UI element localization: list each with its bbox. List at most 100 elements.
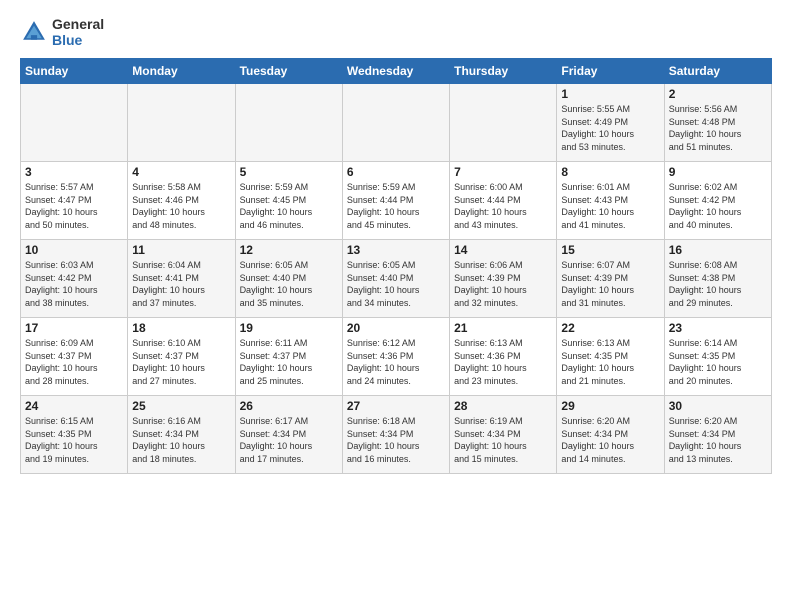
calendar-cell — [128, 84, 235, 162]
calendar-cell: 30 Sunrise: 6:20 AM Sunset: 4:34 PM Dayli… — [664, 396, 771, 474]
day-number: 18 — [132, 321, 230, 335]
cell-content: Sunrise: 6:06 AM Sunset: 4:39 PM Dayligh… — [454, 259, 552, 309]
day-number: 13 — [347, 243, 445, 257]
day-number: 11 — [132, 243, 230, 257]
logo-text: General Blue — [52, 16, 104, 48]
cell-content: Sunrise: 6:18 AM Sunset: 4:34 PM Dayligh… — [347, 415, 445, 465]
day-number: 27 — [347, 399, 445, 413]
day-number: 30 — [669, 399, 767, 413]
cell-content: Sunrise: 6:08 AM Sunset: 4:38 PM Dayligh… — [669, 259, 767, 309]
day-number: 3 — [25, 165, 123, 179]
day-number: 22 — [561, 321, 659, 335]
day-number: 15 — [561, 243, 659, 257]
week-row-1: 3 Sunrise: 5:57 AM Sunset: 4:47 PM Daylig… — [21, 162, 772, 240]
logo-icon — [20, 18, 48, 46]
cell-content: Sunrise: 6:15 AM Sunset: 4:35 PM Dayligh… — [25, 415, 123, 465]
cell-content: Sunrise: 6:14 AM Sunset: 4:35 PM Dayligh… — [669, 337, 767, 387]
cell-content: Sunrise: 6:13 AM Sunset: 4:36 PM Dayligh… — [454, 337, 552, 387]
calendar-cell: 24 Sunrise: 6:15 AM Sunset: 4:35 PM Dayli… — [21, 396, 128, 474]
cell-content: Sunrise: 6:07 AM Sunset: 4:39 PM Dayligh… — [561, 259, 659, 309]
day-number: 10 — [25, 243, 123, 257]
calendar-cell: 11 Sunrise: 6:04 AM Sunset: 4:41 PM Dayli… — [128, 240, 235, 318]
cell-content: Sunrise: 6:12 AM Sunset: 4:36 PM Dayligh… — [347, 337, 445, 387]
cell-content: Sunrise: 6:13 AM Sunset: 4:35 PM Dayligh… — [561, 337, 659, 387]
calendar-cell: 8 Sunrise: 6:01 AM Sunset: 4:43 PM Daylig… — [557, 162, 664, 240]
calendar-cell: 15 Sunrise: 6:07 AM Sunset: 4:39 PM Dayli… — [557, 240, 664, 318]
cell-content: Sunrise: 6:05 AM Sunset: 4:40 PM Dayligh… — [240, 259, 338, 309]
day-number: 19 — [240, 321, 338, 335]
header-monday: Monday — [128, 59, 235, 84]
calendar-table: SundayMondayTuesdayWednesdayThursdayFrid… — [20, 58, 772, 474]
calendar-cell: 5 Sunrise: 5:59 AM Sunset: 4:45 PM Daylig… — [235, 162, 342, 240]
calendar-cell: 16 Sunrise: 6:08 AM Sunset: 4:38 PM Dayli… — [664, 240, 771, 318]
header-tuesday: Tuesday — [235, 59, 342, 84]
calendar-cell — [342, 84, 449, 162]
day-number: 12 — [240, 243, 338, 257]
cell-content: Sunrise: 6:04 AM Sunset: 4:41 PM Dayligh… — [132, 259, 230, 309]
cell-content: Sunrise: 6:00 AM Sunset: 4:44 PM Dayligh… — [454, 181, 552, 231]
cell-content: Sunrise: 5:57 AM Sunset: 4:47 PM Dayligh… — [25, 181, 123, 231]
day-number: 26 — [240, 399, 338, 413]
cell-content: Sunrise: 5:59 AM Sunset: 4:45 PM Dayligh… — [240, 181, 338, 231]
cell-content: Sunrise: 6:20 AM Sunset: 4:34 PM Dayligh… — [669, 415, 767, 465]
cell-content: Sunrise: 6:09 AM Sunset: 4:37 PM Dayligh… — [25, 337, 123, 387]
day-number: 5 — [240, 165, 338, 179]
calendar-cell: 25Sunrise: 6:16 AM Sunset: 4:34 PM Dayli… — [128, 396, 235, 474]
cell-content: Sunrise: 6:10 AM Sunset: 4:37 PM Dayligh… — [132, 337, 230, 387]
day-number: 14 — [454, 243, 552, 257]
calendar-cell: 12 Sunrise: 6:05 AM Sunset: 4:40 PM Dayli… — [235, 240, 342, 318]
day-number: 20 — [347, 321, 445, 335]
calendar-cell: 6Sunrise: 5:59 AM Sunset: 4:44 PM Daylig… — [342, 162, 449, 240]
calendar-cell: 28 Sunrise: 6:19 AM Sunset: 4:34 PM Dayli… — [450, 396, 557, 474]
calendar-cell: 19 Sunrise: 6:11 AM Sunset: 4:37 PM Dayli… — [235, 318, 342, 396]
calendar-cell: 14 Sunrise: 6:06 AM Sunset: 4:39 PM Dayli… — [450, 240, 557, 318]
day-number: 2 — [669, 87, 767, 101]
logo: General Blue — [20, 16, 104, 48]
week-row-2: 10 Sunrise: 6:03 AM Sunset: 4:42 PM Dayli… — [21, 240, 772, 318]
calendar-cell: 3 Sunrise: 5:57 AM Sunset: 4:47 PM Daylig… — [21, 162, 128, 240]
calendar-cell: 27 Sunrise: 6:18 AM Sunset: 4:34 PM Dayli… — [342, 396, 449, 474]
day-number: 8 — [561, 165, 659, 179]
cell-content: Sunrise: 6:03 AM Sunset: 4:42 PM Dayligh… — [25, 259, 123, 309]
cell-content: Sunrise: 6:01 AM Sunset: 4:43 PM Dayligh… — [561, 181, 659, 231]
calendar-cell: 23 Sunrise: 6:14 AM Sunset: 4:35 PM Dayli… — [664, 318, 771, 396]
day-number: 17 — [25, 321, 123, 335]
cell-content: Sunrise: 6:19 AM Sunset: 4:34 PM Dayligh… — [454, 415, 552, 465]
cell-content: Sunrise: 6:11 AM Sunset: 4:37 PM Dayligh… — [240, 337, 338, 387]
header-saturday: Saturday — [664, 59, 771, 84]
day-number: 28 — [454, 399, 552, 413]
day-number: 21 — [454, 321, 552, 335]
week-row-3: 17 Sunrise: 6:09 AM Sunset: 4:37 PM Dayli… — [21, 318, 772, 396]
cell-content: Sunrise: 5:55 AM Sunset: 4:49 PM Dayligh… — [561, 103, 659, 153]
day-number: 29 — [561, 399, 659, 413]
calendar-cell: 1Sunrise: 5:55 AM Sunset: 4:49 PM Daylig… — [557, 84, 664, 162]
header-wednesday: Wednesday — [342, 59, 449, 84]
header-thursday: Thursday — [450, 59, 557, 84]
cell-content: Sunrise: 6:17 AM Sunset: 4:34 PM Dayligh… — [240, 415, 338, 465]
header-sunday: Sunday — [21, 59, 128, 84]
calendar-cell: 10 Sunrise: 6:03 AM Sunset: 4:42 PM Dayli… — [21, 240, 128, 318]
calendar-cell: 26 Sunrise: 6:17 AM Sunset: 4:34 PM Dayli… — [235, 396, 342, 474]
day-number: 6 — [347, 165, 445, 179]
cell-content: Sunrise: 5:56 AM Sunset: 4:48 PM Dayligh… — [669, 103, 767, 153]
cell-content: Sunrise: 6:02 AM Sunset: 4:42 PM Dayligh… — [669, 181, 767, 231]
cell-content: Sunrise: 6:16 AM Sunset: 4:34 PM Dayligh… — [132, 415, 230, 465]
calendar-cell: 20 Sunrise: 6:12 AM Sunset: 4:36 PM Dayli… — [342, 318, 449, 396]
calendar-cell: 7 Sunrise: 6:00 AM Sunset: 4:44 PM Daylig… — [450, 162, 557, 240]
day-number: 4 — [132, 165, 230, 179]
calendar-cell: 18 Sunrise: 6:10 AM Sunset: 4:37 PM Dayli… — [128, 318, 235, 396]
day-number: 16 — [669, 243, 767, 257]
day-number: 23 — [669, 321, 767, 335]
calendar-cell: 13 Sunrise: 6:05 AM Sunset: 4:40 PM Dayli… — [342, 240, 449, 318]
day-number: 7 — [454, 165, 552, 179]
calendar-cell: 2 Sunrise: 5:56 AM Sunset: 4:48 PM Daylig… — [664, 84, 771, 162]
day-number: 24 — [25, 399, 123, 413]
calendar-cell: 22 Sunrise: 6:13 AM Sunset: 4:35 PM Dayli… — [557, 318, 664, 396]
week-row-0: 1Sunrise: 5:55 AM Sunset: 4:49 PM Daylig… — [21, 84, 772, 162]
week-row-4: 24 Sunrise: 6:15 AM Sunset: 4:35 PM Dayli… — [21, 396, 772, 474]
cell-content: Sunrise: 6:05 AM Sunset: 4:40 PM Dayligh… — [347, 259, 445, 309]
calendar-cell: 21 Sunrise: 6:13 AM Sunset: 4:36 PM Dayli… — [450, 318, 557, 396]
calendar-cell: 9Sunrise: 6:02 AM Sunset: 4:42 PM Daylig… — [664, 162, 771, 240]
page: General Blue SundayMondayTuesdayWednesda… — [0, 0, 792, 612]
header: General Blue — [20, 16, 772, 48]
